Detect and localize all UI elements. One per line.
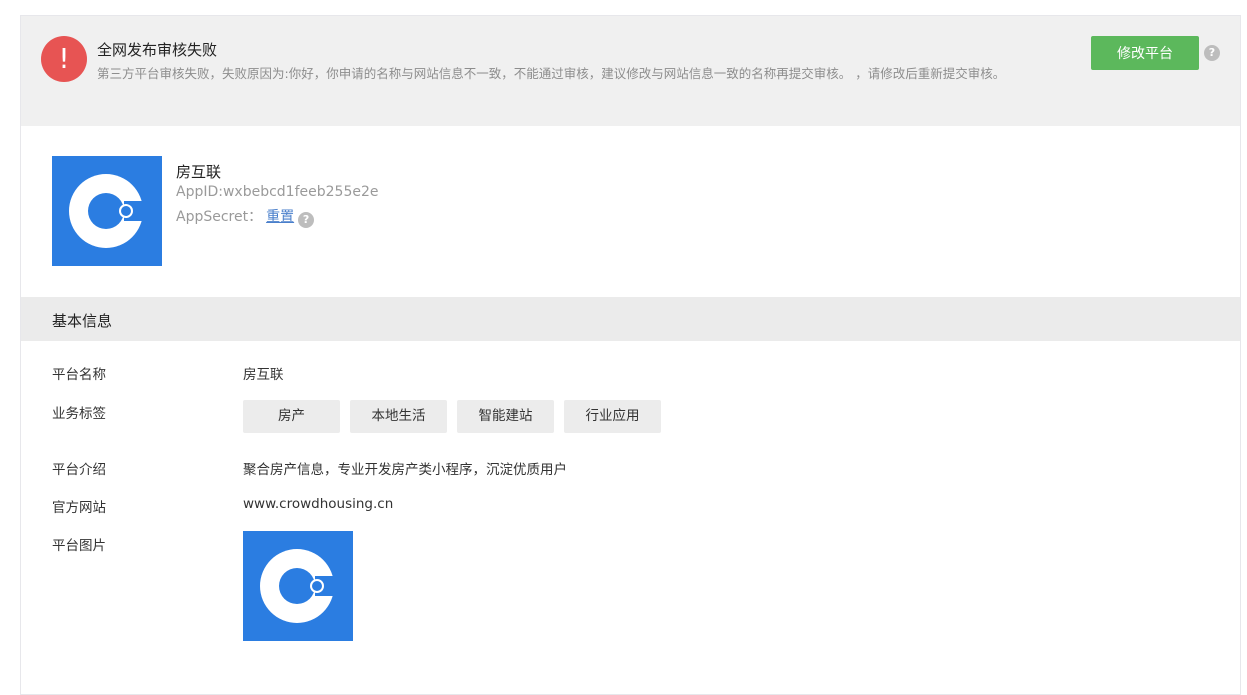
reset-secret-link[interactable]: 重置 — [266, 209, 294, 225]
platform-name-label: 平台名称 — [52, 367, 106, 383]
edit-platform-button[interactable]: 修改平台 — [1091, 36, 1199, 70]
app-secret-row: AppSecret： 重置? — [176, 206, 315, 228]
platform-intro-value: 聚合房产信息，专业开发房产类小程序，沉淀优质用户 — [243, 462, 567, 478]
tag-item: 智能建站 — [457, 400, 554, 433]
review-failed-alert: ! 全网发布审核失败 第三方平台审核失败，失败原因为:你好，你申请的名称与网站信… — [21, 16, 1240, 126]
website-label: 官方网站 — [52, 500, 106, 516]
app-secret-label: AppSecret： — [176, 209, 263, 225]
section-title: 基本信息 — [52, 312, 113, 330]
app-name: 房互联 — [176, 163, 222, 181]
alert-description: 第三方平台审核失败，失败原因为:你好，你申请的名称与网站信息不一致，不能通过审核… — [97, 66, 1006, 81]
tag-item: 房产 — [243, 400, 340, 433]
platform-intro-label: 平台介绍 — [52, 462, 106, 478]
business-tags-label: 业务标签 — [52, 406, 106, 422]
platform-detail-panel: ! 全网发布审核失败 第三方平台审核失败，失败原因为:你好，你申请的名称与网站信… — [20, 15, 1241, 695]
help-icon[interactable]: ? — [1204, 45, 1220, 61]
platform-image-label: 平台图片 — [52, 538, 106, 554]
business-tags: 房产 本地生活 智能建站 行业应用 — [243, 400, 661, 433]
help-icon[interactable]: ? — [298, 212, 315, 228]
platform-name-value: 房互联 — [243, 367, 284, 383]
app-logo — [52, 156, 162, 266]
exclamation-icon: ! — [41, 36, 87, 82]
tag-item: 本地生活 — [350, 400, 447, 433]
tag-item: 行业应用 — [564, 400, 661, 433]
app-id: AppID:wxbebcd1feeb255e2e — [176, 184, 379, 200]
website-value: www.crowdhousing.cn — [243, 496, 394, 512]
section-header: 基本信息 — [21, 297, 1240, 341]
alert-title: 全网发布审核失败 — [97, 41, 218, 59]
platform-image — [243, 531, 353, 641]
